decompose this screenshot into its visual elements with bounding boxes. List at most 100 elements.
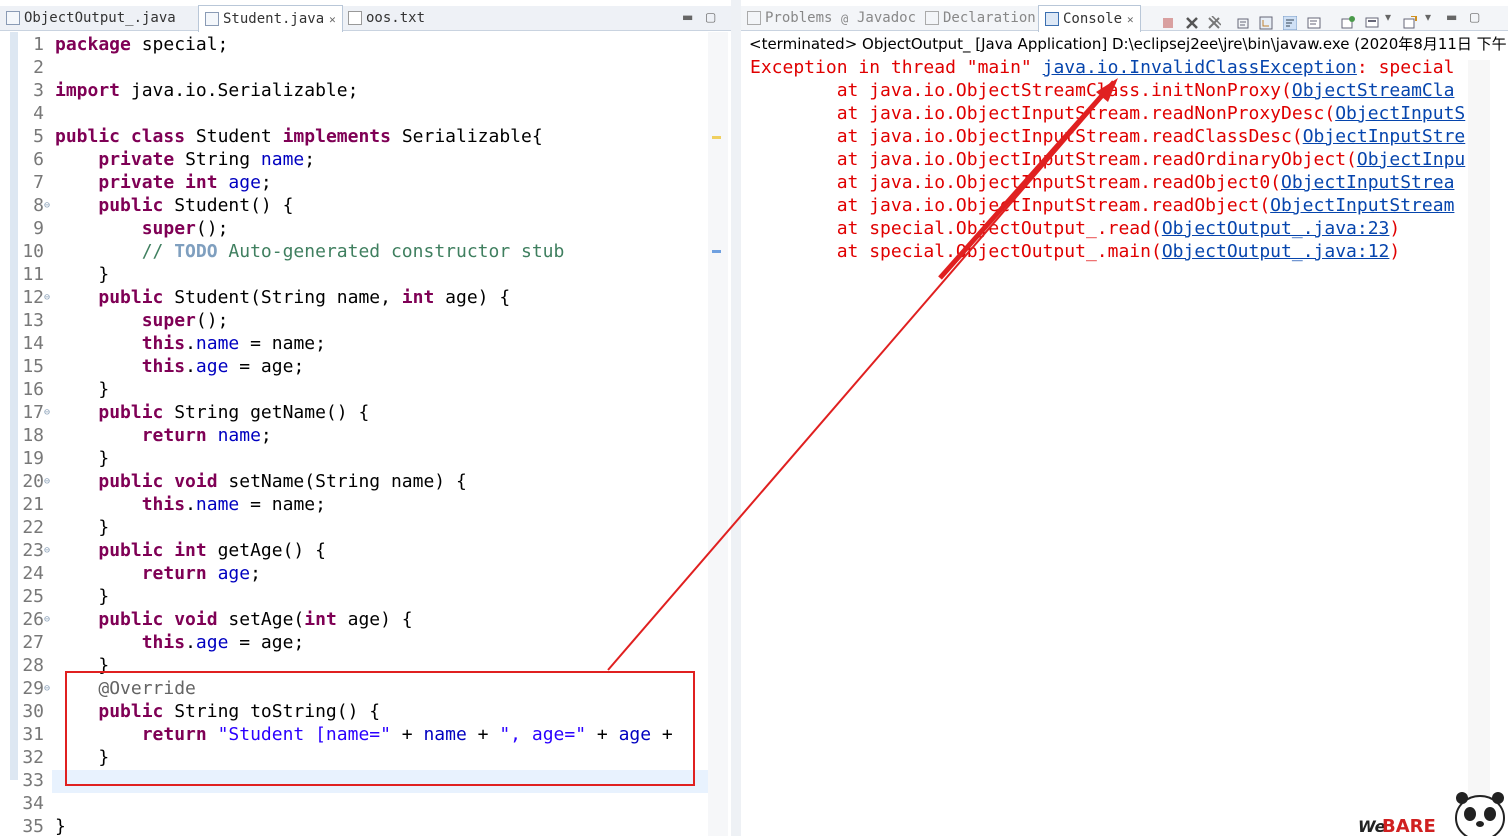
code-token: int <box>304 609 348 630</box>
code-token: // <box>141 241 175 262</box>
source-link[interactable]: ObjectInputStrea <box>1281 172 1454 193</box>
source-link[interactable]: java.io.InvalidClassException <box>1043 57 1357 78</box>
code-text: public Student() { <box>55 194 293 217</box>
line-number: 13 <box>22 310 44 331</box>
open-console-icon[interactable] <box>1403 16 1417 30</box>
warning-marker[interactable] <box>712 136 721 139</box>
line-number: 1 <box>33 34 44 55</box>
line-number: 17 <box>22 402 44 423</box>
fold-toggle-icon[interactable]: ⊖ <box>44 401 50 424</box>
console-text: at java.io.ObjectStreamClass.initNonProx… <box>750 80 1292 101</box>
code-text: public int getAge() { <box>55 539 326 562</box>
clear-console-icon[interactable] <box>1237 16 1251 30</box>
fold-toggle-icon[interactable]: ⊖ <box>44 286 50 309</box>
code-text: } <box>55 447 109 470</box>
maximize-icon[interactable]: ▢ <box>1469 10 1480 24</box>
code-token: ; <box>250 563 261 584</box>
code-token: Student <box>195 126 283 147</box>
tab-javadoc[interactable]: @ Javadoc <box>841 6 916 30</box>
code-token: public void <box>98 609 229 630</box>
line-number: 8 <box>33 195 44 216</box>
line-number: 26 <box>22 609 44 630</box>
line-number: 14 <box>22 333 44 354</box>
code-token: Student(String name, <box>174 287 402 308</box>
task-marker[interactable] <box>712 250 721 253</box>
tab-student-java[interactable]: Student.java ✕ <box>198 5 343 32</box>
pin-console-icon[interactable] <box>1341 16 1355 30</box>
source-link[interactable]: ObjectInpu <box>1357 149 1465 170</box>
remove-all-icon[interactable] <box>1207 16 1221 30</box>
tab-problems[interactable]: Problems <box>747 6 832 30</box>
minimize-icon[interactable]: ▬ <box>1446 10 1457 24</box>
line-number: 9 <box>33 218 44 239</box>
source-link[interactable]: ObjectInputS <box>1335 103 1465 124</box>
scroll-lock-icon[interactable] <box>1259 16 1273 30</box>
source-link[interactable]: ObjectOutput_.java:23 <box>1162 218 1390 239</box>
code-token: setName(String name) { <box>228 471 467 492</box>
line-number: 10 <box>22 241 44 262</box>
declaration-icon <box>925 11 939 25</box>
code-token: setAge( <box>228 609 305 630</box>
code-token: Auto-generated constructor stub <box>217 241 565 262</box>
source-link[interactable]: ObjectInputStream <box>1270 195 1454 216</box>
fold-toggle-icon[interactable]: ⊖ <box>44 608 50 631</box>
java-file-icon <box>6 11 20 25</box>
annotation-box <box>65 671 695 786</box>
console-text: at java.io.ObjectInputStream.readNonProx… <box>750 103 1336 124</box>
source-link[interactable]: ObjectOutput_.java:12 <box>1162 241 1390 262</box>
tab-objectoutput-java[interactable]: ObjectOutput_.java <box>6 6 176 30</box>
code-token: Serializable{ <box>401 126 543 147</box>
source-link[interactable]: ObjectStreamCla <box>1292 80 1455 101</box>
line-number: 31 <box>22 724 44 745</box>
line-number: 12 <box>22 287 44 308</box>
line-number: 5 <box>33 126 44 147</box>
code-token: . <box>185 632 196 653</box>
console-icon <box>1045 12 1059 26</box>
tab-declaration[interactable]: Declaration <box>925 6 1036 30</box>
tab-label: Javadoc <box>857 10 917 26</box>
source-link[interactable]: ObjectInputStre <box>1303 126 1466 147</box>
code-token: return <box>141 563 218 584</box>
fold-toggle-icon[interactable]: ⊖ <box>44 539 50 562</box>
line-number: 33 <box>22 770 44 791</box>
code-token: } <box>55 264 110 285</box>
code-token: TODO <box>174 241 218 262</box>
close-icon[interactable]: ✕ <box>1127 13 1134 26</box>
chevron-down-icon[interactable]: ▾ <box>1385 10 1391 24</box>
close-icon[interactable]: ✕ <box>329 13 336 26</box>
pane-divider[interactable] <box>731 0 741 836</box>
show-console-icon[interactable] <box>1307 16 1321 30</box>
tab-label: oos.txt <box>366 10 426 26</box>
chevron-down-icon[interactable]: ▾ <box>1425 10 1431 24</box>
stack-trace-line: at java.io.ObjectInputStream.readOrdinar… <box>750 148 1466 171</box>
console-scrollbar[interactable] <box>1468 60 1490 836</box>
code-text: public void setName(String name) { <box>55 470 467 493</box>
code-text: private String name; <box>55 148 315 171</box>
maximize-icon[interactable]: ▢ <box>705 10 716 24</box>
fold-toggle-icon[interactable]: ⊖ <box>44 677 50 700</box>
terminate-icon[interactable] <box>1161 16 1175 30</box>
remove-launch-icon[interactable] <box>1185 16 1199 30</box>
line-number: 4 <box>33 103 44 124</box>
problems-icon <box>747 11 761 25</box>
line-number: 20 <box>22 471 44 492</box>
overview-ruler[interactable] <box>708 32 728 836</box>
word-wrap-icon[interactable] <box>1283 16 1297 30</box>
tab-oos-txt[interactable]: oos.txt <box>348 6 425 30</box>
stack-trace-line: at java.io.ObjectInputStream.readObject(… <box>750 194 1455 217</box>
code-token: . <box>185 494 196 515</box>
code-token: this <box>141 632 186 653</box>
line-number: 23 <box>22 540 44 561</box>
fold-toggle-icon[interactable]: ⊖ <box>44 194 50 217</box>
display-console-icon[interactable] <box>1365 16 1379 30</box>
fold-toggle-icon[interactable]: ⊖ <box>44 470 50 493</box>
code-text: this.name = name; <box>55 332 326 355</box>
minimize-icon[interactable]: ▬ <box>682 10 693 24</box>
tab-console[interactable]: Console ✕ <box>1038 5 1141 32</box>
line-number: 6 <box>33 149 44 170</box>
